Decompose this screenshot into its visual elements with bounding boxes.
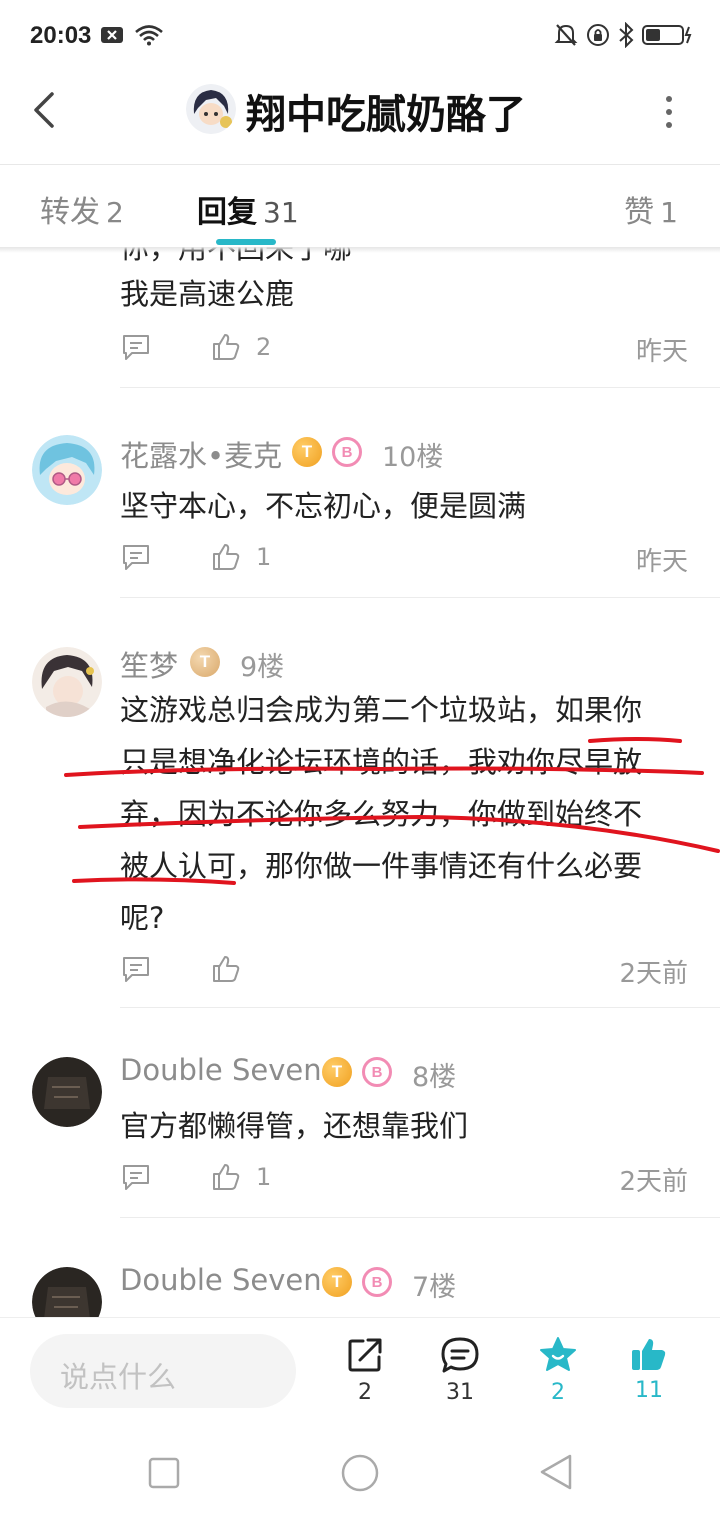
- username[interactable]: 花露水•麦克: [120, 433, 282, 475]
- wifi-icon: [135, 25, 163, 46]
- star-face-icon: [540, 1337, 576, 1371]
- lock-rotation-icon: [587, 24, 609, 46]
- status-time: 20:03: [30, 22, 92, 49]
- page-title: 翔中吃腻奶酪了: [246, 92, 526, 138]
- comment-actions: 1 2天前: [0, 1161, 720, 1201]
- member-badge: B: [362, 1267, 392, 1297]
- comment-bubble-icon: [441, 1337, 479, 1373]
- battery-icon: [642, 25, 692, 45]
- user-avatar[interactable]: [32, 435, 102, 505]
- comment-actions: 2天前: [0, 953, 720, 993]
- like-count: 1: [256, 543, 272, 571]
- member-badge: B: [362, 1057, 392, 1087]
- comment-time: 2天前: [619, 1167, 688, 1197]
- like-count: 2: [256, 333, 272, 361]
- back-button[interactable]: [22, 88, 66, 132]
- favorite-button[interactable]: 2: [523, 1336, 593, 1405]
- level-badge: T: [190, 647, 220, 677]
- share-icon: [348, 1338, 382, 1372]
- level-badge: T: [292, 437, 322, 467]
- comment-icon: [123, 335, 149, 360]
- notification-close-icon: [101, 27, 123, 43]
- level-badge: T: [322, 1267, 352, 1297]
- author-avatar[interactable]: [186, 84, 236, 134]
- thumbs-up-icon: [213, 544, 240, 570]
- floor-number: 8楼: [412, 1062, 457, 1093]
- like-button[interactable]: [210, 953, 256, 985]
- comment-icon: [123, 1165, 149, 1190]
- bottom-action-bar: 说点什么 2 31 2 11: [0, 1317, 720, 1427]
- recent-apps-icon[interactable]: [148, 1457, 180, 1489]
- thumbs-up-icon: [213, 956, 240, 982]
- back-nav-icon[interactable]: [538, 1453, 574, 1491]
- like-button[interactable]: 2: [210, 331, 271, 363]
- reply-list[interactable]: 你，用不回来了哪 我是高速公鹿 2 昨天 花露水•麦克 T B 10楼 坚守本心…: [0, 247, 720, 1317]
- username[interactable]: Double Seven: [120, 1053, 322, 1087]
- comment-button[interactable]: 31: [425, 1336, 495, 1405]
- user-avatar[interactable]: [32, 647, 102, 717]
- floor-number: 9楼: [240, 652, 285, 683]
- status-bar: 20:03: [0, 0, 720, 76]
- user-avatar[interactable]: [32, 1267, 102, 1317]
- bell-muted-icon: [554, 24, 578, 46]
- floor-number: 7楼: [412, 1272, 457, 1303]
- reply-button[interactable]: [120, 541, 152, 577]
- share-button[interactable]: 2: [330, 1336, 400, 1405]
- level-badge: T: [322, 1057, 352, 1087]
- tab-reposts[interactable]: 转发 2: [40, 187, 124, 231]
- home-icon[interactable]: [340, 1453, 380, 1493]
- username[interactable]: Double Seven: [120, 1263, 322, 1297]
- like-button[interactable]: 1: [210, 1161, 271, 1193]
- member-badge: B: [332, 437, 362, 467]
- thumbs-up-icon: [213, 1164, 240, 1190]
- comment-count: 31: [446, 1380, 474, 1405]
- like-post-button[interactable]: 11: [614, 1336, 684, 1403]
- comment-icon: [123, 545, 149, 570]
- reply-button[interactable]: [120, 331, 152, 367]
- comment-text: 坚守本心，不忘初心，便是圆满: [120, 489, 527, 523]
- comment-actions: 1 昨天: [0, 541, 720, 581]
- tab-likes[interactable]: 赞1: [624, 187, 678, 231]
- system-navigation-bar: [0, 1427, 720, 1520]
- header: 翔中吃腻奶酪了: [0, 76, 720, 164]
- comment-text-line: 这游戏总归会成为第二个垃圾站，如果你: [120, 693, 643, 727]
- comment-actions: 2 昨天: [0, 331, 720, 371]
- comment-time: 2天前: [619, 959, 688, 989]
- username[interactable]: 笙梦: [120, 643, 178, 685]
- user-avatar[interactable]: [32, 1057, 102, 1127]
- red-underline-annotation: [64, 737, 720, 885]
- comment-time: 昨天: [635, 547, 688, 577]
- more-options-button[interactable]: [654, 90, 684, 134]
- favorite-count: 2: [551, 1380, 565, 1405]
- tab-replies[interactable]: 回复 31: [197, 187, 299, 231]
- reply-button[interactable]: [120, 953, 152, 989]
- comment-time: 昨天: [635, 337, 688, 367]
- comment-input-placeholder: 说点什么: [60, 1360, 177, 1394]
- bluetooth-icon: [619, 22, 634, 48]
- thumbs-up-icon: [213, 334, 240, 360]
- comment-text: 官方都懒得管，还想靠我们: [120, 1109, 469, 1143]
- floor-number: 10楼: [382, 442, 444, 473]
- like-count: 11: [635, 1378, 663, 1403]
- comment-input[interactable]: 说点什么: [30, 1334, 296, 1408]
- comment-text: 我是高速公鹿: [120, 277, 295, 311]
- share-count: 2: [358, 1380, 372, 1405]
- active-tab-indicator: [216, 239, 276, 245]
- like-count: 1: [256, 1163, 272, 1191]
- thumbs-up-filled-icon: [632, 1339, 666, 1370]
- comment-icon: [123, 957, 149, 982]
- chevron-left-icon: [34, 92, 54, 128]
- reply-button[interactable]: [120, 1161, 152, 1197]
- tab-bar: 转发 2 回复 31 赞1: [0, 165, 720, 247]
- like-button[interactable]: 1: [210, 541, 271, 573]
